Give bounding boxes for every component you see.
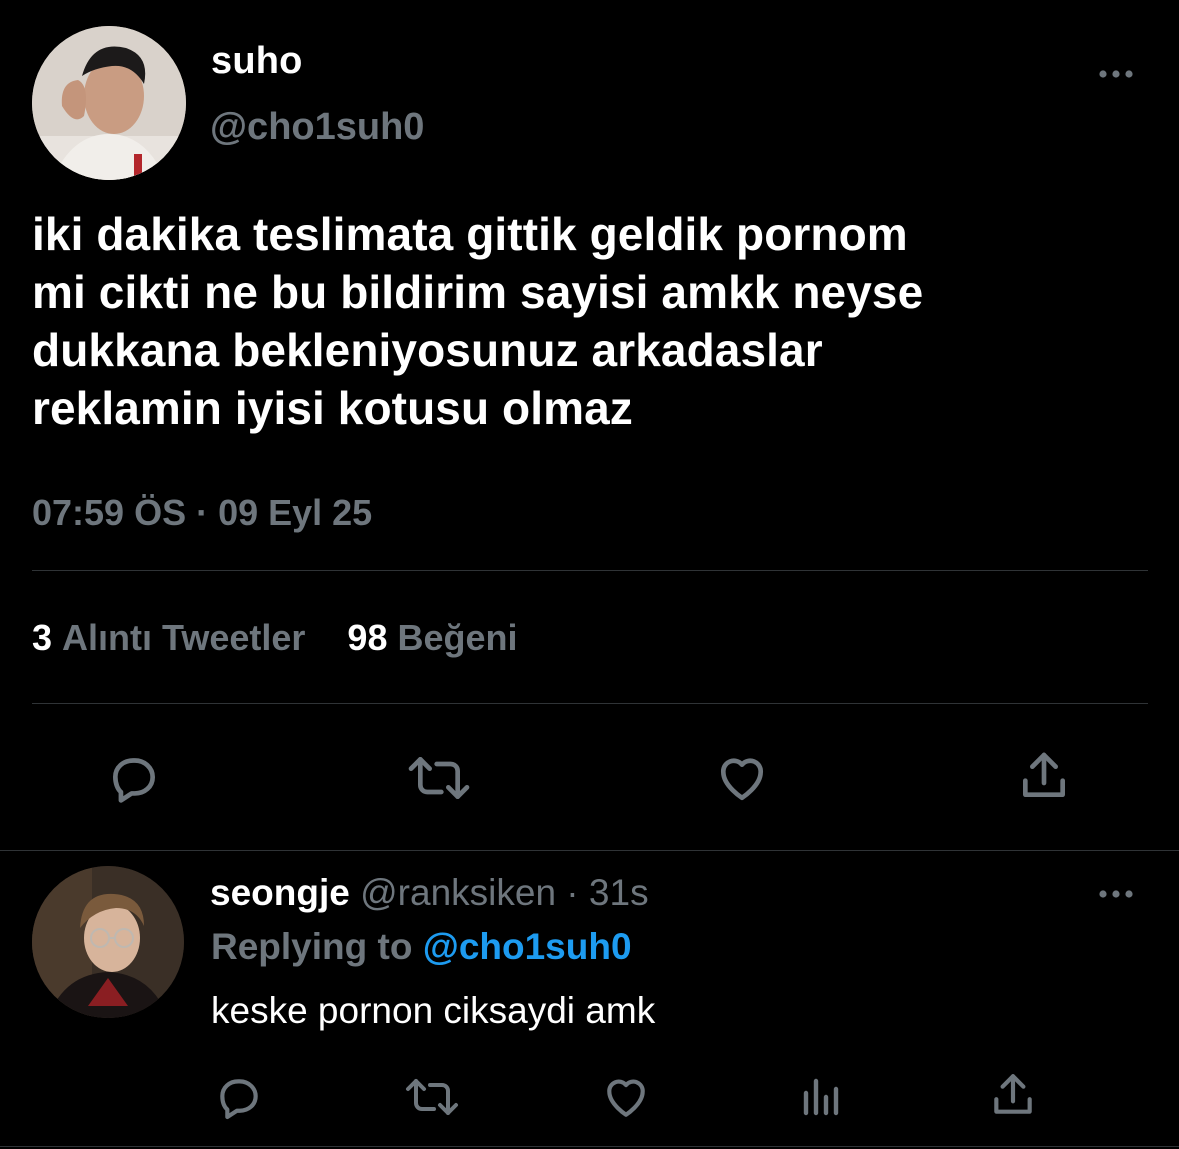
divider bbox=[0, 850, 1179, 851]
like-icon[interactable] bbox=[600, 1072, 652, 1122]
reply-author-avatar[interactable] bbox=[32, 866, 184, 1018]
reply-text: keske pornon ciksaydi amk bbox=[211, 990, 656, 1031]
reply-author-handle[interactable]: @ranksiken bbox=[360, 872, 556, 913]
quote-count-label: Alıntı Tweetler bbox=[62, 617, 306, 658]
divider bbox=[32, 703, 1148, 704]
like-icon[interactable] bbox=[712, 750, 772, 806]
reply-icon[interactable] bbox=[106, 750, 162, 806]
author-name[interactable]: suho bbox=[211, 40, 303, 83]
tweet-timestamp[interactable]: 07:59 ÖS · 09 Eyl 25 bbox=[32, 492, 372, 534]
quote-count-value: 3 bbox=[32, 617, 53, 658]
reply-time[interactable]: 31s bbox=[589, 872, 649, 913]
retweet-icon[interactable] bbox=[402, 1072, 462, 1122]
more-options-icon[interactable] bbox=[1096, 64, 1136, 84]
replying-prefix: Replying to bbox=[211, 926, 423, 967]
reply-author-name[interactable]: seongje bbox=[210, 872, 350, 913]
author-handle[interactable]: @cho1suh0 bbox=[210, 106, 424, 149]
share-icon[interactable] bbox=[1014, 748, 1074, 804]
stats-icon[interactable] bbox=[796, 1072, 844, 1122]
like-count-label: Beğeni bbox=[397, 617, 518, 658]
replying-to: Replying to @cho1suh0 bbox=[211, 926, 632, 968]
divider bbox=[32, 570, 1148, 571]
retweet-icon[interactable] bbox=[404, 750, 474, 806]
reply-icon[interactable] bbox=[214, 1072, 264, 1122]
share-icon[interactable] bbox=[988, 1070, 1038, 1120]
reply-separator: · bbox=[556, 872, 589, 913]
quote-count[interactable]: 3 Alıntı Tweetler bbox=[32, 617, 305, 659]
avatar-photo bbox=[32, 26, 186, 180]
divider bbox=[0, 1146, 1179, 1147]
author-avatar[interactable] bbox=[32, 26, 186, 180]
like-count-value: 98 bbox=[347, 617, 388, 658]
tweet-text: iki dakika teslimata gittik geldik porno… bbox=[32, 208, 924, 434]
reply-more-options-icon[interactable] bbox=[1096, 884, 1136, 904]
like-count[interactable]: 98 Beğeni bbox=[347, 617, 517, 659]
tweet-stats: 3 Alıntı Tweetler 98 Beğeni bbox=[32, 617, 518, 659]
replying-mention-link[interactable]: @cho1suh0 bbox=[423, 926, 632, 967]
reply-header: seongje @ranksiken · 31s bbox=[210, 872, 649, 914]
avatar-photo bbox=[32, 866, 184, 1018]
